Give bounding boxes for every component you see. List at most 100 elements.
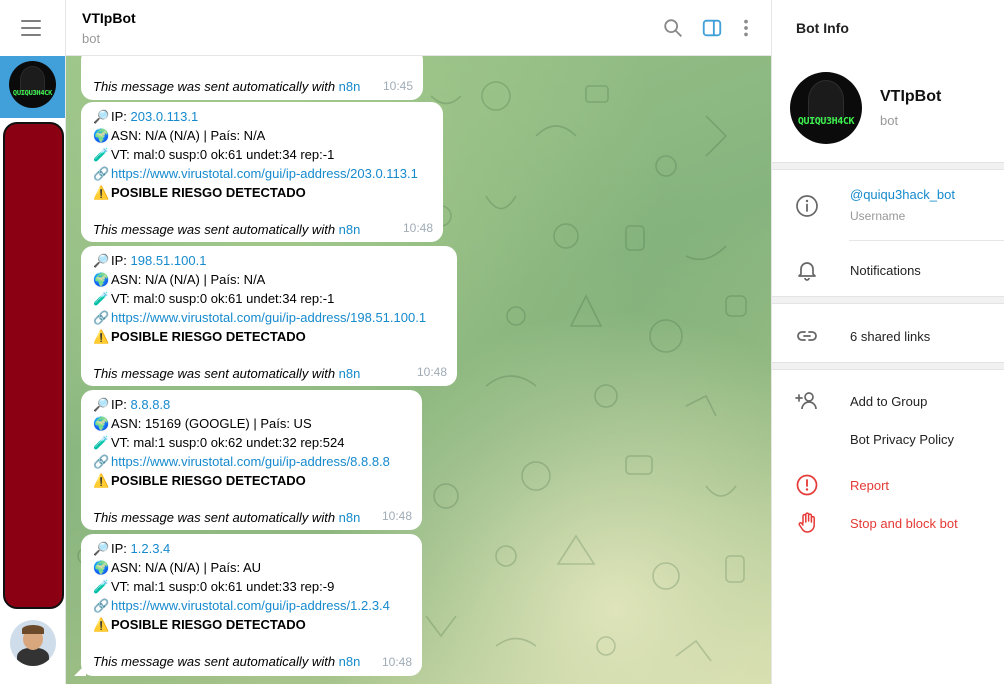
username-value[interactable]: @quiqu3hack_bot [850, 187, 955, 202]
warning-text: POSIBLE RIESGO DETECTADO [111, 617, 306, 632]
search-icon[interactable] [662, 17, 684, 39]
message-footer: This message was sent automatically with… [93, 366, 361, 381]
notifications-label: Notifications [850, 263, 921, 278]
message-footer: This message was sent automatically with… [93, 79, 361, 94]
magnifier-icon: 🔎 [93, 542, 110, 557]
message-bubble[interactable]: This message was sent automatically with… [81, 56, 423, 100]
message-footer: This message was sent automatically with… [93, 510, 361, 525]
shared-links-row[interactable]: 6 shared links [772, 316, 1004, 356]
ip-link[interactable]: 203.0.113.1 [131, 109, 199, 124]
ip-link[interactable]: 1.2.3.4 [131, 541, 171, 556]
link-icon: 🔗 [93, 599, 110, 614]
globe-icon: 🌍 [93, 129, 110, 144]
test-tube-icon: 🧪 [93, 580, 110, 595]
virustotal-link[interactable]: https://www.virustotal.com/gui/ip-addres… [111, 166, 418, 181]
test-tube-icon: 🧪 [93, 436, 110, 451]
notifications-row[interactable]: Notifications [772, 250, 1004, 290]
globe-icon: 🌍 [93, 561, 110, 576]
message-time: 10:48 [402, 221, 433, 235]
n8n-link[interactable]: n8n [339, 654, 361, 669]
message-time: 10:48 [416, 365, 447, 379]
add-to-group-row[interactable]: Add to Group [772, 382, 1004, 420]
vt-text: VT: mal:0 susp:0 ok:61 undet:34 rep:-1 [111, 147, 335, 162]
add-user-icon [795, 392, 817, 410]
sidebar-toggle-icon[interactable] [701, 17, 723, 39]
more-vertical-icon[interactable] [735, 17, 757, 39]
magnifier-icon: 🔎 [93, 398, 110, 413]
report-row[interactable]: Report [772, 466, 1004, 504]
report-label: Report [850, 478, 890, 493]
redacted-chat-list [3, 122, 64, 609]
avatar-label: QUIQU3H4CK [12, 89, 53, 97]
warning-icon: ⚠️ [93, 618, 110, 633]
stop-block-row[interactable]: Stop and block bot [772, 504, 1004, 542]
magnifier-icon: 🔎 [93, 254, 110, 269]
shared-links-label: 6 shared links [850, 329, 931, 344]
warning-text: POSIBLE RIESGO DETECTADO [111, 185, 306, 200]
warning-text: POSIBLE RIESGO DETECTADO [111, 473, 306, 488]
chat-messages-area: This message was sent automatically with… [66, 56, 771, 684]
privacy-policy-row[interactable]: Bot Privacy Policy [772, 422, 1004, 456]
virustotal-link[interactable]: https://www.virustotal.com/gui/ip-addres… [111, 310, 426, 325]
link-icon: 🔗 [93, 455, 110, 470]
test-tube-icon: 🧪 [93, 292, 110, 307]
bot-info-panel: Bot Info QUIQU3H4CK VTIpBot bot @quiqu3h… [771, 0, 1004, 684]
avatar[interactable] [10, 620, 56, 666]
vt-text: VT: mal:0 susp:0 ok:61 undet:34 rep:-1 [111, 291, 335, 306]
bot-subtitle: bot [880, 113, 899, 128]
section-divider [772, 362, 1004, 370]
bell-icon [798, 262, 816, 281]
asn-text: ASN: N/A (N/A) | País: N/A [111, 272, 266, 287]
avatar-label: QUIQU3H4CK [797, 116, 855, 127]
chat-list-rail: QUIQU3H4CK [0, 0, 66, 684]
report-icon [796, 474, 818, 496]
message-time: 10:48 [381, 509, 412, 523]
message-footer: This message was sent automatically with… [93, 222, 361, 237]
link-icon [797, 331, 817, 341]
section-divider [772, 162, 1004, 170]
link-icon: 🔗 [93, 311, 110, 326]
message-bubble[interactable]: 🔎 IP: 203.0.113.1 🌍 ASN: N/A (N/A) | País:… [81, 102, 443, 242]
privacy-policy-label: Bot Privacy Policy [850, 432, 955, 447]
globe-icon: 🌍 [93, 273, 110, 288]
asn-text: ASN: N/A (N/A) | País: N/A [111, 128, 266, 143]
hand-stop-icon [798, 512, 815, 533]
section-divider [772, 296, 1004, 304]
panel-title: Bot Info [796, 20, 849, 36]
chat-header: VTIpBot bot [66, 0, 771, 56]
vt-text: VT: mal:1 susp:0 ok:61 undet:33 rep:-9 [111, 579, 335, 594]
n8n-link[interactable]: n8n [339, 510, 361, 525]
message-bubble[interactable]: 🔎 IP: 1.2.3.4 🌍 ASN: N/A (N/A) | País: AU … [74, 534, 422, 676]
test-tube-icon: 🧪 [93, 148, 110, 163]
message-time: 10:48 [381, 655, 412, 669]
magnifier-icon: 🔎 [93, 110, 110, 125]
warning-text: POSIBLE RIESGO DETECTADO [111, 329, 306, 344]
warning-icon: ⚠️ [93, 474, 110, 489]
bot-name: VTIpBot [880, 88, 942, 105]
virustotal-link[interactable]: https://www.virustotal.com/gui/ip-addres… [111, 598, 390, 613]
message-bubble[interactable]: 🔎 IP: 8.8.8.8 🌍 ASN: 15169 (GOOGLE) | País… [81, 390, 422, 530]
n8n-link[interactable]: n8n [339, 79, 361, 94]
avatar[interactable]: QUIQU3H4CK [9, 61, 56, 108]
n8n-link[interactable]: n8n [339, 366, 361, 381]
chat-subtitle: bot [82, 31, 101, 46]
n8n-link[interactable]: n8n [339, 222, 361, 237]
link-icon: 🔗 [93, 167, 110, 182]
asn-text: ASN: 15169 (GOOGLE) | País: US [111, 416, 312, 431]
warning-icon: ⚠️ [93, 186, 110, 201]
vt-text: VT: mal:1 susp:0 ok:62 undet:32 rep:524 [111, 435, 345, 450]
message-bubble[interactable]: 🔎 IP: 198.51.100.1 🌍 ASN: N/A (N/A) | País… [81, 246, 457, 386]
avatar[interactable]: QUIQU3H4CK [790, 72, 862, 144]
username-row[interactable]: @quiqu3hack_bot Username [772, 178, 1004, 236]
message-time: 10:45 [382, 79, 413, 93]
ip-link[interactable]: 198.51.100.1 [131, 253, 207, 268]
info-icon [796, 195, 818, 217]
chat-title[interactable]: VTIpBot [82, 10, 136, 26]
hamburger-menu-icon[interactable] [21, 20, 41, 36]
stop-block-label: Stop and block bot [850, 516, 958, 531]
virustotal-link[interactable]: https://www.virustotal.com/gui/ip-addres… [111, 454, 390, 469]
username-label: Username [850, 209, 906, 223]
ip-link[interactable]: 8.8.8.8 [131, 397, 171, 412]
add-to-group-label: Add to Group [850, 394, 928, 409]
message-footer: This message was sent automatically with… [93, 654, 361, 669]
